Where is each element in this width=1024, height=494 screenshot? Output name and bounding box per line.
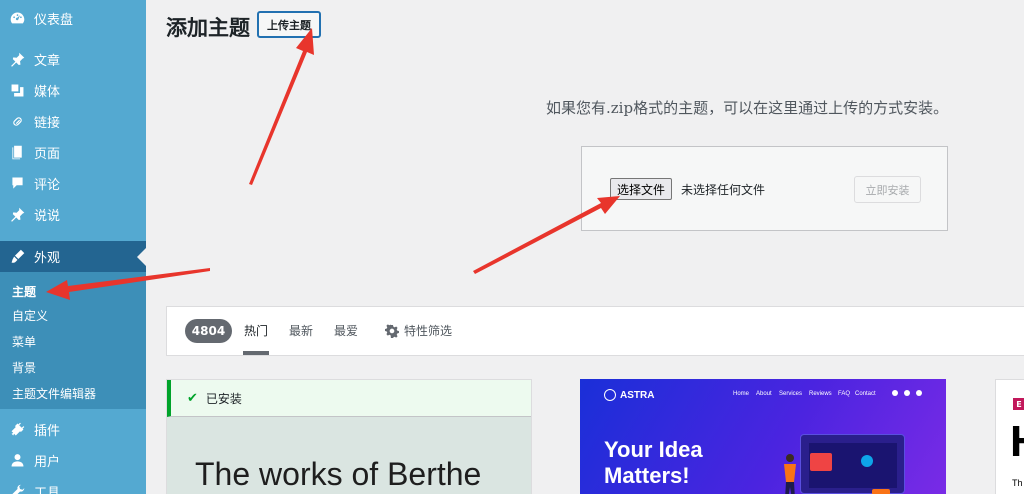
brush-icon (0, 248, 34, 265)
astra-nav-item: FAQ (838, 391, 851, 397)
theme-preview-text: Th (1012, 478, 1023, 488)
sidebar-item-label: 插件 (34, 424, 61, 439)
sidebar-item-label: 说说 (34, 209, 61, 224)
annotation-arrow (249, 28, 314, 185)
astra-nav-item: About (756, 391, 772, 397)
astra-headline: Your Idea Matters! (604, 437, 703, 488)
facebook-icon (892, 390, 898, 396)
theme-card-astra[interactable]: ASTRA Home About Services Reviews FAQ Co… (580, 379, 946, 494)
sidebar-item-label: 工具 (34, 486, 61, 494)
sidebar-item-label: 媒体 (34, 85, 61, 100)
upload-form: 选择文件 未选择任何文件 立即安装 (581, 146, 948, 231)
theme-preview-heading: The works of Berthe (195, 456, 482, 492)
admin-sidebar: 仪表盘 文章 媒体 链接 页面 评论 说说 外观 主题 自定义 菜单 背景 主题… (0, 0, 146, 494)
install-now-button[interactable]: 立即安装 (854, 176, 921, 203)
play-icon (861, 455, 873, 467)
sidebar-item-pages[interactable]: 页面 (0, 137, 146, 168)
sidebar-item-media[interactable]: 媒体 (0, 75, 146, 106)
submenu-menus[interactable]: 菜单 (12, 330, 36, 354)
checkmark-icon: ✔ (187, 390, 198, 406)
tab-popular[interactable]: 热门 (244, 322, 268, 339)
sidebar-item-appearance[interactable]: 外观 (0, 241, 146, 272)
feature-filter-link[interactable]: 特性筛选 (404, 322, 452, 339)
user-icon (0, 452, 34, 469)
astra-nav-item: Home (733, 391, 750, 397)
wrench-icon (0, 483, 34, 494)
tab-favorites[interactable]: 最爱 (334, 322, 358, 339)
tab-underline (243, 351, 269, 355)
pin-icon (0, 51, 34, 68)
plugin-icon (0, 421, 34, 438)
sidebar-item-label: 用户 (34, 455, 61, 470)
sidebar-item-label: 链接 (34, 116, 61, 131)
submenu-theme-editor[interactable]: 主题文件编辑器 (12, 382, 96, 406)
sidebar-item-comments[interactable]: 评论 (0, 168, 146, 199)
astra-illustration-card (810, 453, 832, 471)
link-icon (0, 113, 34, 130)
theme-card-partial[interactable]: E H Th (995, 379, 1024, 494)
theme-logo: E (1013, 398, 1024, 410)
tab-latest[interactable]: 最新 (289, 322, 313, 339)
theme-card-installed[interactable]: ✔ 已安装 The works of Berthe (166, 379, 532, 494)
page-icon (0, 144, 34, 161)
submenu-background[interactable]: 背景 (12, 356, 36, 380)
upload-theme-button[interactable]: 上传主题 (257, 11, 321, 38)
sidebar-item-label: 评论 (34, 178, 61, 193)
current-menu-pointer (137, 248, 146, 266)
upload-help-text: 如果您有.zip格式的主题，可以在这里通过上传的方式安装。 (546, 99, 949, 117)
sidebar-item-label: 外观 (34, 251, 61, 266)
sidebar-item-dashboard[interactable]: 仪表盘 (0, 3, 146, 34)
no-file-label: 未选择任何文件 (681, 183, 766, 197)
person-illustration (784, 454, 796, 494)
installed-label: 已安装 (205, 391, 242, 406)
sidebar-item-tools[interactable]: 工具 (0, 476, 146, 494)
sidebar-item-shuoshuo[interactable]: 说说 (0, 199, 146, 230)
astra-nav-item: Services (779, 391, 803, 397)
submenu-themes[interactable]: 主题 (12, 280, 36, 304)
dashboard-icon (0, 10, 34, 27)
media-icon (0, 82, 34, 99)
installed-notice: ✔ 已安装 (167, 380, 531, 417)
sidebar-item-label: 文章 (34, 54, 61, 69)
gear-icon (385, 323, 399, 340)
astra-nav-item: Contact (855, 391, 876, 397)
astra-illustration-card (872, 489, 890, 494)
submenu-customize[interactable]: 自定义 (12, 304, 48, 328)
comment-icon (0, 175, 34, 192)
astra-logo: ASTRA (604, 389, 654, 401)
astra-nav-item: Reviews (809, 391, 832, 397)
sidebar-item-users[interactable]: 用户 (0, 445, 146, 476)
sidebar-item-posts[interactable]: 文章 (0, 44, 146, 75)
instagram-icon (916, 390, 922, 396)
theme-preview-heading: H (1010, 420, 1024, 464)
sidebar-item-plugins[interactable]: 插件 (0, 414, 146, 445)
sidebar-item-label: 仪表盘 (34, 13, 74, 28)
page-title: 添加主题 (166, 16, 250, 40)
twitter-icon (904, 390, 910, 396)
theme-count-badge: 4804 (185, 319, 232, 343)
sidebar-item-label: 页面 (34, 147, 61, 162)
theme-filter-bar: 4804 热门 最新 最爱 特性筛选 (166, 306, 1024, 356)
appearance-submenu: 主题 自定义 菜单 背景 主题文件编辑器 (0, 272, 146, 409)
pin-icon (0, 206, 34, 223)
choose-file-button[interactable]: 选择文件 (610, 178, 673, 200)
sidebar-item-links[interactable]: 链接 (0, 106, 146, 137)
